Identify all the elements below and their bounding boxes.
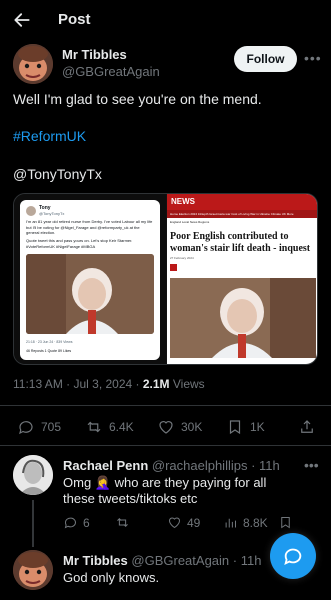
top-bar: Post (0, 0, 331, 40)
bookmark-count: 1K (250, 420, 265, 434)
media-image-left[interactable]: Tony @TonyTonyTx I'm an 81 year old reti… (14, 194, 166, 364)
post-actions: 705 6.4K 30K 1K (0, 410, 331, 445)
news-date: 27 February 2024 (170, 256, 194, 260)
back-arrow-icon[interactable] (12, 10, 32, 30)
share-icon (170, 264, 177, 271)
card-avatar (26, 206, 36, 216)
card-author-handle: @TonyTonyTx (39, 211, 65, 216)
like-count: 49 (187, 515, 201, 530)
reply-author[interactable]: Mr Tibbles @GBGreatAgain · 11h (63, 553, 261, 568)
media-image-right[interactable]: NEWS Home Election 2024 InDepth Israel-G… (167, 194, 317, 364)
avatar-image (13, 455, 53, 495)
author-name[interactable]: Mr Tibbles (62, 47, 127, 62)
news-headline: Poor English contributed to woman's stai… (170, 231, 311, 254)
reply-count: 6 (83, 515, 90, 530)
more-options-icon[interactable]: ••• (304, 50, 322, 66)
mention-link[interactable]: @TonyTonyTx (13, 165, 102, 183)
like-button[interactable]: 49 (167, 515, 200, 530)
reply-text: God only knows. (63, 570, 160, 585)
views-button[interactable]: 8.8K (223, 515, 268, 530)
heart-icon (168, 517, 181, 529)
compose-reply-button[interactable] (270, 533, 316, 579)
card-photo (26, 254, 154, 334)
card-text: I'm an 81 year old retired nurse from De… (26, 219, 153, 235)
bookmark-icon (281, 517, 290, 529)
card-stats: 46 Reposts 1 Quote 89 Likes (26, 349, 72, 353)
reply-actions: 6 49 8.8K (63, 515, 313, 535)
bookmark-button[interactable]: 1K (226, 418, 265, 436)
follow-button[interactable]: Follow (234, 46, 297, 72)
tweet-text: Well I'm glad to see you're on the mend. (13, 91, 262, 107)
divider (0, 405, 331, 406)
reply-author-name[interactable]: Rachael Penn (63, 458, 148, 473)
avatar[interactable] (13, 455, 53, 495)
reply-item[interactable]: Rachael Penn @rachaelphillips · 11h ••• … (13, 455, 319, 545)
hashtag-link[interactable]: #ReformUK (13, 127, 86, 145)
like-count: 30K (181, 420, 203, 434)
news-nav: Home Election 2024 InDepth Israel-Gaza w… (167, 210, 317, 218)
reply-icon (19, 421, 33, 435)
repost-button[interactable] (115, 515, 135, 530)
heart-icon (159, 421, 173, 434)
share-button[interactable] (298, 418, 322, 436)
media-attachment[interactable]: Tony @TonyTonyTx I'm an 81 year old reti… (13, 193, 318, 365)
bookmark-icon (229, 420, 241, 435)
post-author: Mr Tibbles @GBGreatAgain Follow ••• (13, 44, 321, 84)
thread-connector (32, 500, 34, 547)
more-options-icon[interactable]: ••• (304, 457, 319, 473)
reply-button[interactable]: 705 (17, 418, 61, 436)
like-button[interactable]: 30K (157, 418, 202, 436)
reply-text: Omg 🤦‍♀️ who are they paying for all the… (63, 475, 267, 506)
avatar[interactable] (13, 44, 53, 84)
chat-bubble-icon (284, 548, 302, 566)
post-meta: 11:13 AM · Jul 3, 2024 · 2.1M Views (13, 377, 205, 391)
news-subnav: England Local News Regions (170, 220, 210, 224)
reply-icon (64, 517, 76, 529)
page-title: Post (58, 11, 91, 28)
analytics-icon (225, 518, 236, 528)
reply-author[interactable]: Rachael Penn @rachaelphillips · 11h (63, 458, 280, 473)
news-brand: NEWS (171, 197, 195, 206)
repost-button[interactable]: 6.4K (85, 418, 134, 436)
post-time: 11:13 AM · Jul 3, 2024 · (13, 377, 140, 391)
repost-icon (87, 421, 101, 433)
views-count[interactable]: 2.1M (143, 377, 170, 391)
views-count: 8.8K (243, 515, 268, 530)
reply-author-handle[interactable]: @rachaelphillips · 11h (152, 458, 280, 473)
repost-icon (117, 518, 128, 527)
views-label: Views (172, 377, 205, 391)
repost-count: 6.4K (109, 420, 134, 434)
bookmark-button[interactable] (278, 515, 298, 530)
news-header: NEWS (167, 194, 317, 210)
reply-count: 705 (41, 420, 62, 434)
avatar-image (13, 44, 53, 84)
author-handle[interactable]: @GBGreatAgain (62, 64, 160, 79)
reply-author-name[interactable]: Mr Tibbles (63, 553, 128, 568)
avatar-image (13, 550, 53, 590)
reply-button[interactable]: 6 (63, 515, 90, 530)
card-text-2: Quote tweet this and pass yours on. Let'… (26, 238, 133, 249)
avatar[interactable] (13, 550, 53, 590)
divider (0, 445, 331, 446)
share-upload-icon (301, 420, 313, 433)
card-time: 21:18 · 23 Jun 24 · 839 Views (26, 340, 73, 344)
news-photo (170, 278, 316, 358)
reply-author-handle[interactable]: @GBGreatAgain · 11h (131, 553, 261, 568)
embedded-tweet-screenshot: Tony @TonyTonyTx I'm an 81 year old reti… (20, 200, 160, 360)
